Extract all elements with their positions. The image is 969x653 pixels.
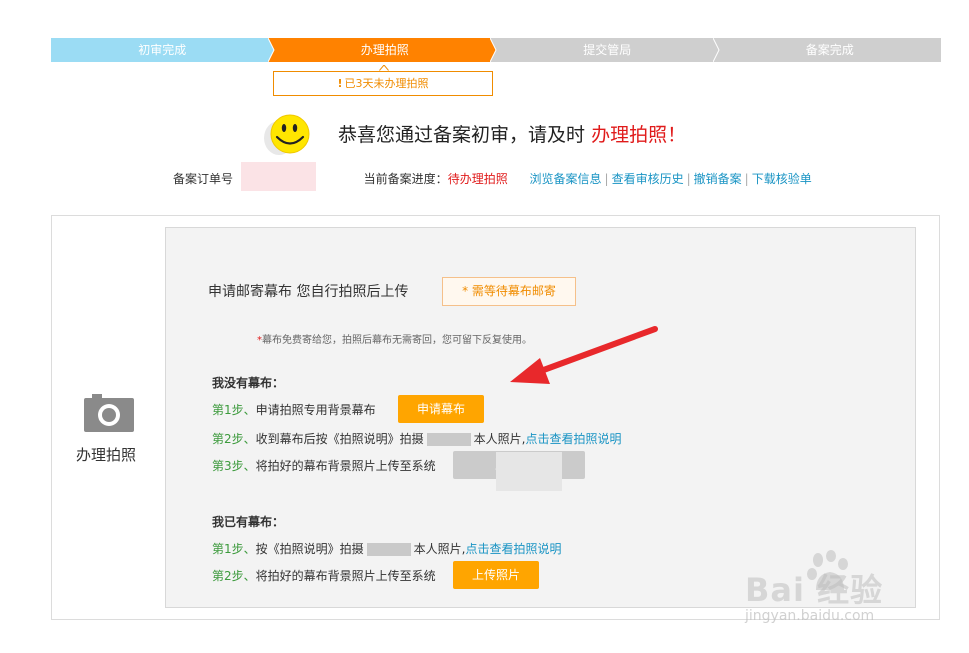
- progress-step-submit: 提交管局: [496, 38, 720, 62]
- watermark-url: jingyan.baidu.com: [745, 608, 875, 624]
- progress-bar: 初审完成 办理拍照 提交管局 备案完成: [51, 38, 941, 62]
- smiley-icon: [264, 114, 310, 155]
- progress-step-photo: 办理拍照: [273, 38, 502, 62]
- notice-text: 已3天未办理拍照: [344, 77, 429, 90]
- redacted-name: [426, 433, 471, 446]
- action-links: 浏览备案信息 | 查看审核历史 | 撤销备案 | 下载核验单: [529, 172, 812, 186]
- camera-icon: [84, 394, 134, 432]
- order-number-redacted: [241, 162, 317, 191]
- overdue-notice: ! 已3天未办理拍照: [273, 65, 493, 96]
- annotation-arrow-icon: [510, 326, 658, 384]
- no-curtain-step-1: 第1步、申请拍照专用背景幕布: [212, 403, 376, 417]
- order-info-row: 备案订单号 当前备案进度：待办理拍照 浏览备案信息 | 查看审核历史 | 撤销备案 | 下载…: [173, 162, 812, 191]
- no-curtain-step-2: 第2步、收到幕布后按《拍照说明》拍摄 本人照片,点击查看拍照说明: [212, 432, 622, 446]
- progress-status-label: 当前备案进度：: [363, 172, 448, 186]
- cancel-record-link[interactable]: 撤销备案: [694, 172, 742, 186]
- step-separator-icon: [267, 38, 280, 62]
- photo-instructions-link-2[interactable]: 点击查看拍照说明: [465, 542, 561, 556]
- no-curtain-step-3: 第3步、将拍好的幕布背景照片上传至系统: [212, 459, 436, 473]
- has-curtain-step-1: 第1步、按《拍照说明》拍摄 本人照片,点击查看拍照说明: [212, 542, 562, 556]
- progress-step-label: 办理拍照: [360, 43, 409, 57]
- congrats-text: 恭喜您通过备案初审，请及时: [338, 124, 586, 146]
- apply-curtain-button[interactable]: 申请幕布: [398, 395, 484, 423]
- view-record-info-link[interactable]: 浏览备案信息: [530, 172, 602, 186]
- redacted-name: [366, 543, 411, 556]
- notice-pointer-icon: [379, 65, 389, 71]
- step-separator-icon: [712, 38, 720, 62]
- photo-instructions-link[interactable]: 点击查看拍照说明: [525, 432, 621, 446]
- watermark-brand: Bai 经验: [745, 571, 884, 609]
- side-label: 办理拍照: [76, 446, 137, 464]
- step-separator-icon: [490, 38, 502, 62]
- has-curtain-step-2: 第2步、将拍好的幕布背景照片上传至系统: [212, 569, 436, 583]
- progress-step-label: 初审完成: [138, 43, 187, 57]
- progress-step-label: 备案完成: [805, 43, 854, 57]
- congrats-message: 恭喜您通过备案初审，请及时 办理拍照！: [338, 120, 686, 147]
- progress-step-complete: 备案完成: [718, 38, 941, 62]
- progress-step-label: 提交管局: [583, 43, 632, 57]
- redacted-block: [496, 452, 562, 491]
- warning-icon: !: [337, 77, 343, 90]
- progress-step-review-done: 初审完成: [51, 38, 280, 62]
- view-review-history-link[interactable]: 查看审核历史: [612, 172, 684, 186]
- progress-status-value: 待办理拍照: [447, 172, 508, 186]
- curtain-note: *幕布免费寄给您，拍照后幕布无需寄回，您可留下反复使用。: [257, 335, 532, 346]
- wait-curtain-tag: * 需等待幕布邮寄: [442, 277, 576, 306]
- upload-photo-button[interactable]: 上传照片: [453, 561, 539, 589]
- download-verification-link[interactable]: 下载核验单: [752, 172, 812, 186]
- no-curtain-title: 我没有幕布：: [212, 376, 285, 390]
- congrats-highlight: 办理拍照！: [591, 124, 687, 146]
- has-curtain-title: 我已有幕布：: [212, 515, 285, 529]
- order-number-label: 备案订单号: [173, 172, 234, 186]
- mail-curtain-title: 申请邮寄幕布 您自行拍照后上传: [208, 284, 409, 300]
